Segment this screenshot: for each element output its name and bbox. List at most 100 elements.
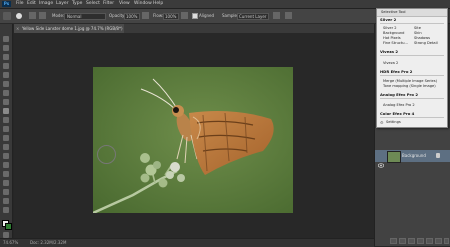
preset-item[interactable]: Site xyxy=(414,26,421,30)
preset-item[interactable]: Hot Pixels xyxy=(383,36,401,40)
gear-icon[interactable]: ⚙ xyxy=(380,120,384,125)
mode-label: Mode: xyxy=(52,13,65,18)
opacity-field[interactable]: 100% xyxy=(124,13,140,20)
separator xyxy=(380,117,444,118)
preset-item[interactable]: Skin xyxy=(414,31,422,35)
preset-item[interactable]: Tone mapping (Single Image) xyxy=(383,84,436,88)
aligned-checkbox[interactable] xyxy=(192,13,198,19)
layer-style-icon[interactable] xyxy=(399,238,406,244)
pressure-size-icon[interactable] xyxy=(285,12,292,19)
mode-select[interactable]: Normal xyxy=(64,13,106,20)
lock-icon xyxy=(436,153,440,158)
menu-select[interactable]: Select xyxy=(86,1,100,7)
layers-panel xyxy=(375,128,450,246)
clone-stamp-tool-icon[interactable] xyxy=(3,108,9,114)
flow-value: 100% xyxy=(165,14,177,19)
clone-stamp-icon[interactable] xyxy=(3,12,11,20)
section-color-efex-pro-4[interactable]: Color Efex Pro 4 xyxy=(380,111,450,116)
brush-tool-icon[interactable] xyxy=(3,99,9,105)
path-selection-tool-icon[interactable] xyxy=(3,180,9,186)
flow-field[interactable]: 100% xyxy=(163,13,179,20)
layer-thumbnail xyxy=(387,151,401,163)
zoom-tool-icon[interactable] xyxy=(3,207,9,213)
section-silver-2[interactable]: Silver 2 xyxy=(380,17,450,22)
toggle-brush-panel-icon[interactable] xyxy=(29,12,36,19)
selective-tool-title-bar[interactable]: Selective Tool xyxy=(377,9,447,17)
preset-item[interactable]: Analog Efex Pro 2 xyxy=(383,103,415,107)
separator xyxy=(380,55,444,56)
sample-label: Sample: xyxy=(222,13,239,18)
menu-help[interactable]: Help xyxy=(153,1,163,7)
adjustment-layer-icon[interactable] xyxy=(417,238,424,244)
blur-tool-icon[interactable] xyxy=(3,144,9,150)
menu-type[interactable]: Type xyxy=(72,1,82,7)
doc-size: Doc: 2.32M/2.32M xyxy=(30,240,67,245)
butterfly-photo xyxy=(93,67,293,213)
selective-tool-panel: Selective Tool Silver 2 Silver 2 Site Ba… xyxy=(376,8,448,128)
shape-tool-icon[interactable] xyxy=(3,189,9,195)
close-icon[interactable]: × xyxy=(16,24,19,33)
marquee-tool-icon[interactable] xyxy=(3,45,9,51)
menu-window[interactable]: Window xyxy=(134,1,152,7)
menu-view[interactable]: View xyxy=(119,1,130,7)
opacity-value: 100% xyxy=(126,14,138,19)
aligned-label: Aligned xyxy=(199,13,215,18)
separator xyxy=(380,98,444,99)
separator xyxy=(380,75,444,76)
menu-layer[interactable]: Layer xyxy=(56,1,69,7)
opacity-label: Opacity: xyxy=(109,13,126,18)
selective-tool-title: Selective Tool xyxy=(381,10,406,14)
trash-icon[interactable] xyxy=(444,238,449,244)
hand-tool-icon[interactable] xyxy=(3,198,9,204)
type-tool-icon[interactable] xyxy=(3,171,9,177)
layer-name: Background xyxy=(402,153,426,158)
crop-tool-icon[interactable] xyxy=(3,72,9,78)
pen-tool-icon[interactable] xyxy=(3,162,9,168)
pressure-opacity-icon[interactable] xyxy=(142,12,149,19)
preset-item[interactable]: Fine Structu... xyxy=(383,41,408,45)
healing-brush-tool-icon[interactable] xyxy=(3,90,9,96)
mode-value: Normal xyxy=(67,14,82,19)
airbrush-icon[interactable] xyxy=(181,12,188,19)
eye-icon[interactable] xyxy=(377,153,385,168)
history-brush-tool-icon[interactable] xyxy=(3,117,9,123)
brush-preset-icon[interactable] xyxy=(16,13,22,19)
move-tool-icon[interactable] xyxy=(3,36,9,42)
menu-file[interactable]: File xyxy=(16,1,24,7)
toggle-clone-source-icon[interactable] xyxy=(39,12,46,19)
tools-panel xyxy=(0,24,13,246)
menu-edit[interactable]: Edit xyxy=(27,1,36,7)
preset-item[interactable]: Shadows xyxy=(414,36,430,40)
section-viveza-2[interactable]: Viveza 2 xyxy=(380,49,450,54)
sample-value: Current Layer xyxy=(239,14,267,19)
new-group-icon[interactable] xyxy=(426,238,433,244)
ignore-adjustment-icon[interactable] xyxy=(273,12,280,19)
document-tab[interactable]: × Yellow Side Lanster dome 1.jpg @ 74.7%… xyxy=(14,24,124,33)
preset-item[interactable]: Silver 2 xyxy=(383,26,397,30)
zoom-level[interactable]: 74.67% xyxy=(3,240,18,245)
menu-image[interactable]: Image xyxy=(39,1,53,7)
section-analog-efex-pro-2[interactable]: Analog Efex Pro 2 xyxy=(380,92,450,97)
menu-filter[interactable]: Filter xyxy=(103,1,114,7)
new-layer-icon[interactable] xyxy=(435,238,442,244)
background-color-swatch[interactable] xyxy=(5,223,12,230)
sample-select[interactable]: Current Layer xyxy=(237,13,269,20)
app-logo: Ps xyxy=(2,1,11,7)
document-tab-title: Yellow Side Lanster dome 1.jpg @ 74.7% (… xyxy=(22,26,123,31)
preset-item[interactable]: Viveza 2 xyxy=(383,61,398,65)
gradient-tool-icon[interactable] xyxy=(3,135,9,141)
settings-link[interactable]: Settings xyxy=(386,120,401,124)
preset-item[interactable]: Strong Detail xyxy=(414,41,438,45)
preset-item[interactable]: Background xyxy=(383,31,404,35)
eraser-tool-icon[interactable] xyxy=(3,126,9,132)
eyedropper-tool-icon[interactable] xyxy=(3,81,9,87)
separator xyxy=(380,23,444,24)
preset-item[interactable]: Merge (Multiple Image Series) xyxy=(383,79,437,83)
mask-icon[interactable] xyxy=(408,238,415,244)
lasso-tool-icon[interactable] xyxy=(3,54,9,60)
dodge-tool-icon[interactable] xyxy=(3,153,9,159)
photo-canvas[interactable] xyxy=(93,67,293,213)
quick-select-tool-icon[interactable] xyxy=(3,63,9,69)
link-layers-icon[interactable] xyxy=(390,238,397,244)
section-hdr-efex-pro-2[interactable]: HDR Efex Pro 2 xyxy=(380,69,450,74)
